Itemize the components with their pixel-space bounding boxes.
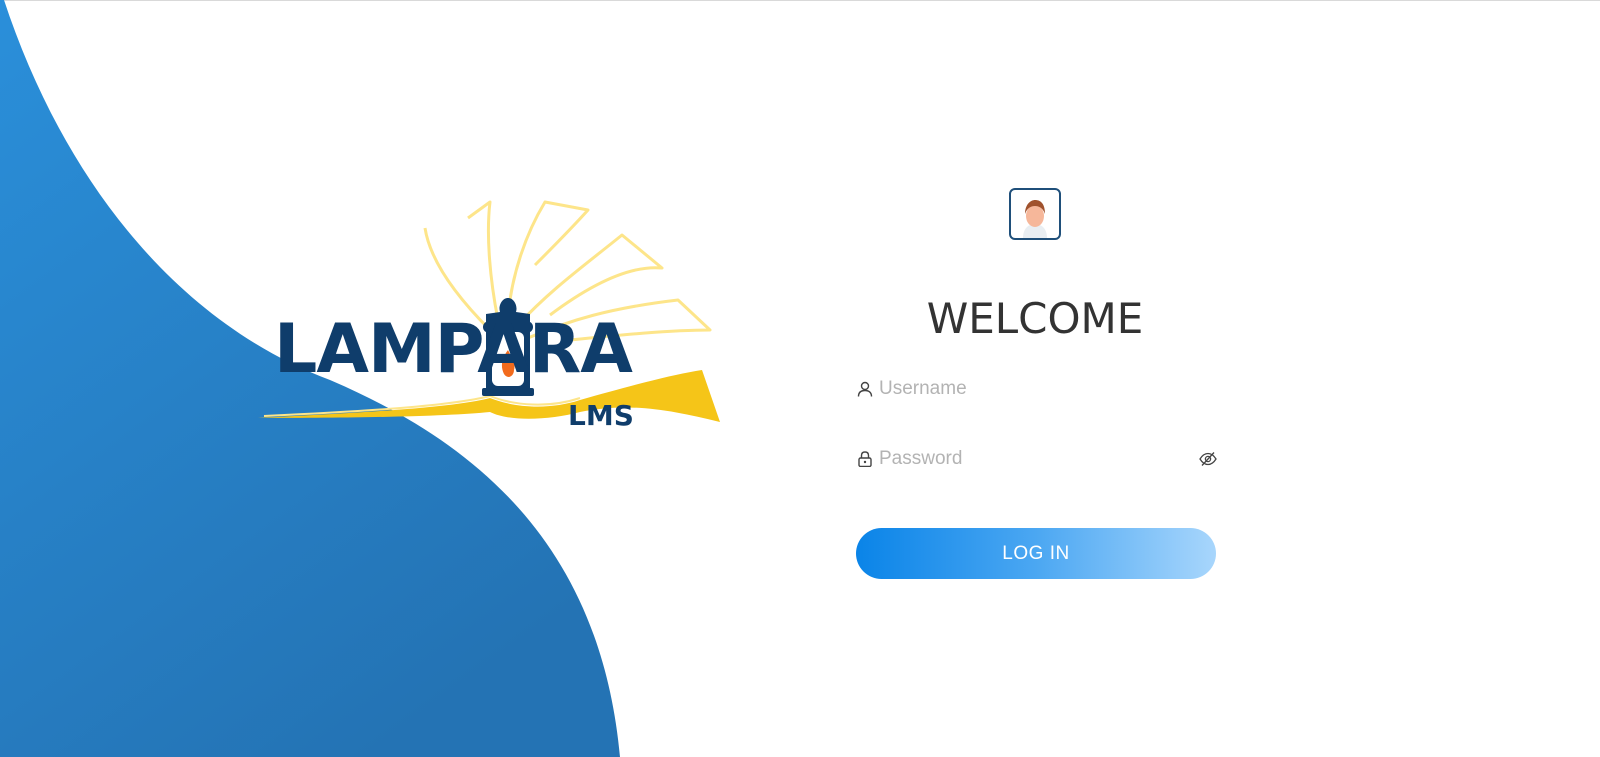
logo-subtext: LMS <box>568 399 634 432</box>
blue-wave-background <box>0 0 620 757</box>
username-input[interactable] <box>879 371 1189 407</box>
user-avatar-icon <box>1009 188 1061 240</box>
logo-wordmark: LAMPARA <box>274 316 633 384</box>
lock-icon <box>858 451 872 467</box>
logo-text: LAMPARA <box>274 310 633 389</box>
lampara-logo: LAMPARA LMS <box>250 190 730 450</box>
login-button[interactable]: LOG IN <box>856 528 1216 579</box>
password-input[interactable] <box>879 441 1189 477</box>
user-icon <box>857 381 873 397</box>
welcome-title: WELCOME <box>926 294 1144 343</box>
password-field <box>857 441 1217 477</box>
eye-off-icon[interactable] <box>1199 451 1217 467</box>
username-field <box>857 371 1217 407</box>
